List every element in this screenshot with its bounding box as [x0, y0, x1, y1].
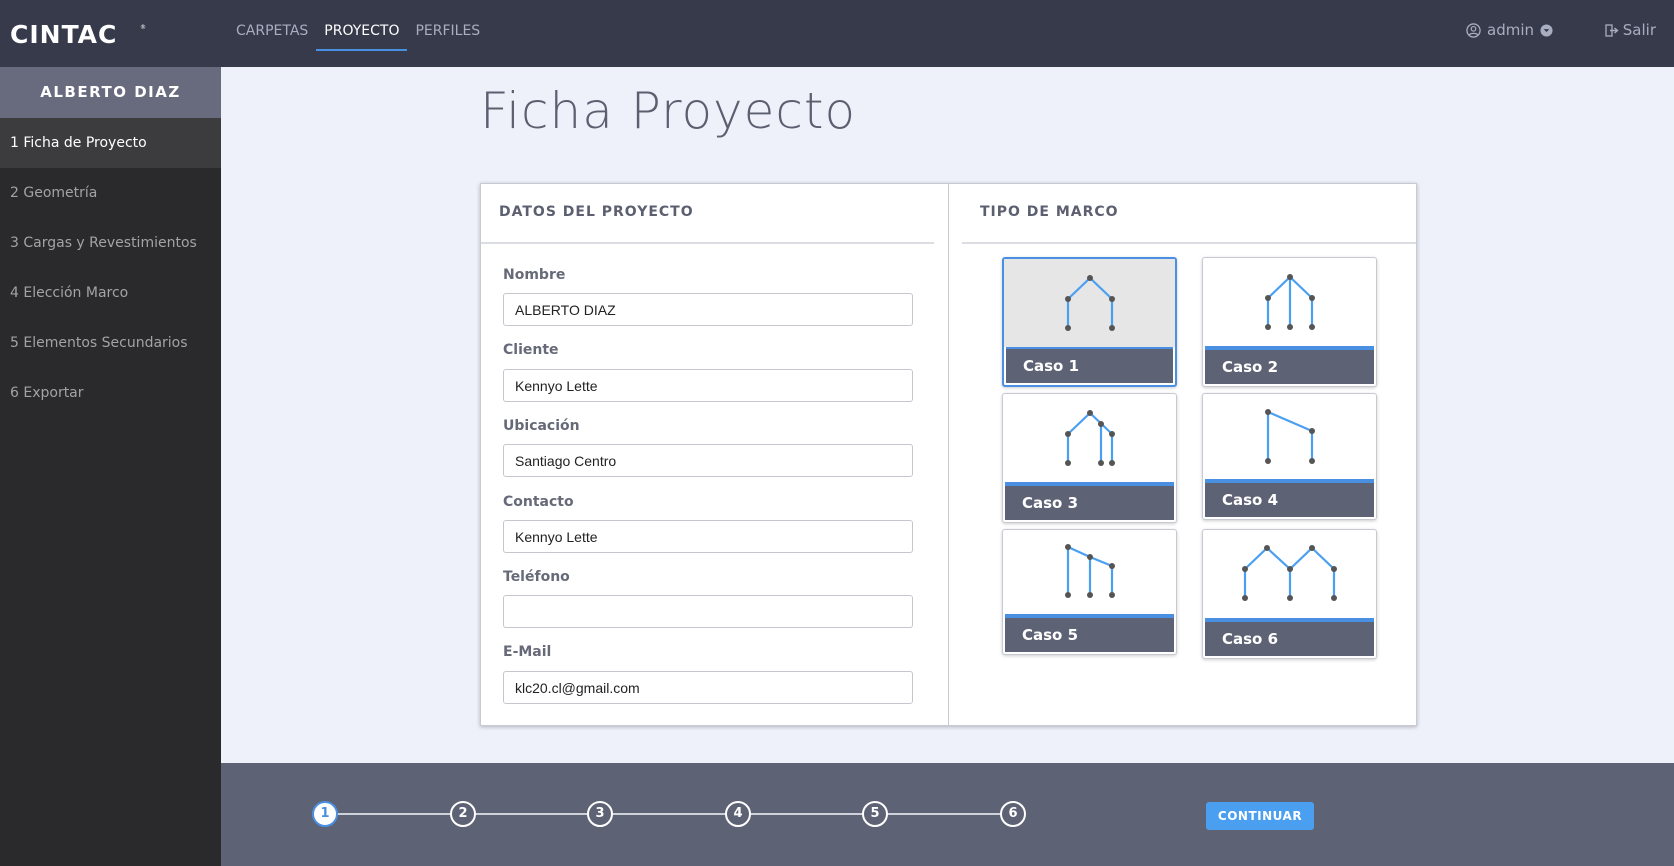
- cintac-logo[interactable]: CINTAC: [10, 20, 117, 50]
- project-data-panel: DATOS DEL PROYECTO Nombre Cliente Ubicac…: [481, 184, 949, 725]
- step-6[interactable]: 6: [1000, 801, 1026, 827]
- case-3-label: Caso 3: [1005, 486, 1174, 520]
- frame-case-3[interactable]: Caso 3: [1002, 393, 1177, 523]
- case-6-label: Caso 6: [1205, 622, 1374, 656]
- case-4-label: Caso 4: [1205, 483, 1374, 517]
- sidebar-item-eleccion-marco[interactable]: 4 Elección Marco: [0, 268, 221, 318]
- user-menu[interactable]: admin: [1466, 21, 1559, 39]
- frame-diagram-case-3: [1003, 394, 1176, 482]
- nombre-label: Nombre: [503, 267, 566, 283]
- frame-type-panel: TIPO DE MARCO Caso 1 Caso 2 Caso 3 Caso …: [949, 184, 1416, 725]
- frame-diagram-case-4: [1203, 394, 1376, 479]
- nav-perfiles[interactable]: PERFILES: [407, 0, 488, 51]
- sidebar-item-elementos-secundarios[interactable]: 5 Elementos Secundarios: [0, 318, 221, 368]
- step-4[interactable]: 4: [725, 801, 751, 827]
- footer-stepper-bar: 1 2 3 4 5 6 CONTINUAR: [221, 763, 1674, 866]
- logo-trademark: ®: [140, 24, 146, 31]
- email-label: E-Mail: [503, 644, 552, 660]
- frame-case-4[interactable]: Caso 4: [1202, 393, 1377, 520]
- continue-button[interactable]: CONTINUAR: [1206, 802, 1314, 830]
- top-nav: CARPETAS PROYECTO PERFILES: [228, 0, 488, 67]
- user-circle-icon: [1466, 22, 1481, 38]
- ubicacion-input[interactable]: [503, 444, 913, 477]
- step-1[interactable]: 1: [312, 801, 338, 827]
- sidebar-item-geometria[interactable]: 2 Geometría: [0, 168, 221, 218]
- page-title: Ficha Proyecto: [480, 82, 857, 140]
- frame-diagram-case-6: [1203, 530, 1376, 618]
- sidebar-item-ficha-proyecto[interactable]: 1 Ficha de Proyecto: [0, 118, 221, 168]
- frame-diagram-case-2: [1203, 258, 1376, 346]
- case-5-label: Caso 5: [1005, 618, 1174, 652]
- telefono-input[interactable]: [503, 595, 913, 628]
- frame-case-6[interactable]: Caso 6: [1202, 529, 1377, 659]
- project-data-title: DATOS DEL PROYECTO: [499, 204, 694, 220]
- frame-case-2[interactable]: Caso 2: [1202, 257, 1377, 387]
- step-3[interactable]: 3: [587, 801, 613, 827]
- logo-text: CINTAC: [10, 20, 118, 49]
- frame-case-5[interactable]: Caso 5: [1002, 529, 1177, 655]
- section-divider: [962, 242, 1416, 244]
- nav-proyecto[interactable]: PROYECTO: [316, 0, 408, 51]
- ubicacion-label: Ubicación: [503, 418, 580, 434]
- top-bar: CINTAC ® CARPETAS PROYECTO PERFILES admi…: [0, 0, 1674, 67]
- nav-carpetas[interactable]: CARPETAS: [228, 0, 316, 51]
- user-name: admin: [1487, 21, 1534, 39]
- project-card: DATOS DEL PROYECTO Nombre Cliente Ubicac…: [480, 183, 1417, 726]
- chevron-down-circle-icon: [1540, 23, 1553, 37]
- sign-out-icon: [1605, 23, 1619, 37]
- sidebar-item-cargas[interactable]: 3 Cargas y Revestimientos: [0, 218, 221, 268]
- case-2-label: Caso 2: [1205, 350, 1374, 384]
- logout-button[interactable]: Salir: [1605, 21, 1656, 39]
- contacto-label: Contacto: [503, 494, 574, 510]
- step-2[interactable]: 2: [450, 801, 476, 827]
- contacto-input[interactable]: [503, 520, 913, 553]
- case-1-label: Caso 1: [1006, 349, 1173, 383]
- email-input[interactable]: [503, 671, 913, 704]
- frame-diagram-case-5: [1003, 530, 1176, 614]
- sidebar: ALBERTO DIAZ 1 Ficha de Proyecto 2 Geome…: [0, 67, 221, 866]
- sidebar-item-exportar[interactable]: 6 Exportar: [0, 368, 221, 418]
- stepper-line: [325, 813, 1015, 815]
- cliente-input[interactable]: [503, 369, 913, 402]
- frame-diagram-case-1: [1004, 259, 1175, 347]
- step-5[interactable]: 5: [862, 801, 888, 827]
- frame-case-1[interactable]: Caso 1: [1002, 257, 1177, 387]
- section-divider: [481, 242, 934, 244]
- telefono-label: Teléfono: [503, 569, 570, 585]
- nombre-input[interactable]: [503, 293, 913, 326]
- sidebar-title: ALBERTO DIAZ: [0, 67, 221, 118]
- frame-type-title: TIPO DE MARCO: [980, 204, 1119, 220]
- cliente-label: Cliente: [503, 342, 559, 358]
- stepper: 1 2 3 4 5 6: [312, 801, 1026, 827]
- logout-label: Salir: [1622, 21, 1656, 39]
